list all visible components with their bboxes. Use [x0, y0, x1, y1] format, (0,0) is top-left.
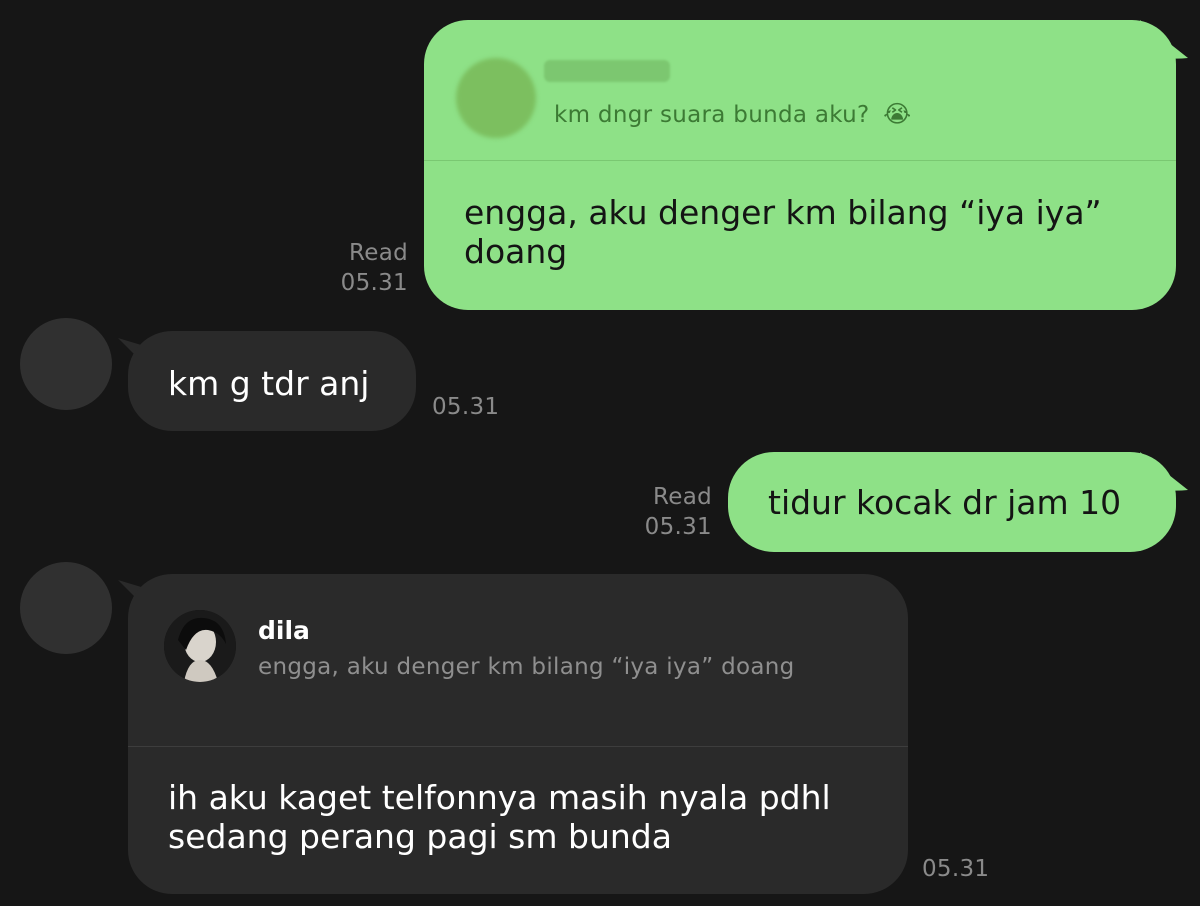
reply-divider: [128, 746, 908, 747]
reply-preview[interactable]: km dngr suara bunda aku? 😭: [424, 20, 1176, 160]
read-receipt: Read: [653, 484, 712, 510]
message-time: 05.31: [432, 394, 500, 420]
message-meta: Read 05.31: [310, 238, 408, 298]
quoted-avatar: [456, 58, 536, 138]
message-text: engga, aku denger km bilang “iya iya” do…: [464, 193, 1102, 271]
message-text: ih aku kaget telfonnya masih nyala pdhl …: [168, 778, 831, 856]
reply-preview[interactable]: dila engga, aku denger km bilang “iya iy…: [128, 574, 908, 746]
message-bubble-incoming[interactable]: km g tdr anj: [128, 331, 416, 431]
message-bubble-outgoing[interactable]: km dngr suara bunda aku? 😭 engga, aku de…: [424, 20, 1176, 310]
quoted-name-redacted: [544, 60, 670, 82]
sender-avatar[interactable]: [20, 318, 112, 410]
quoted-sender-name: dila: [258, 616, 310, 645]
portrait-icon: [164, 610, 236, 682]
message-time: 05.31: [644, 514, 712, 540]
quoted-message-text: engga, aku denger km bilang “iya iya” do…: [258, 654, 795, 680]
message-meta: Read 05.31: [614, 482, 712, 542]
read-receipt: Read: [349, 240, 408, 266]
quoted-avatar: [164, 610, 236, 682]
quoted-message: km dngr suara bunda aku? 😭: [554, 100, 912, 128]
quoted-message-text: km dngr suara bunda aku?: [554, 102, 870, 128]
reply-divider: [424, 160, 1176, 161]
message-text: km g tdr anj: [168, 364, 370, 403]
message-bubble-incoming[interactable]: dila engga, aku denger km bilang “iya iy…: [128, 574, 908, 894]
sender-avatar[interactable]: [20, 562, 112, 654]
message-time: 05.31: [340, 270, 408, 296]
chat-thread[interactable]: km dngr suara bunda aku? 😭 engga, aku de…: [0, 0, 1200, 906]
message-bubble-outgoing[interactable]: tidur kocak dr jam 10: [728, 452, 1176, 552]
crying-face-emoji: 😭: [883, 100, 912, 128]
message-time: 05.31: [922, 856, 990, 882]
message-text: tidur kocak dr jam 10: [768, 483, 1122, 522]
